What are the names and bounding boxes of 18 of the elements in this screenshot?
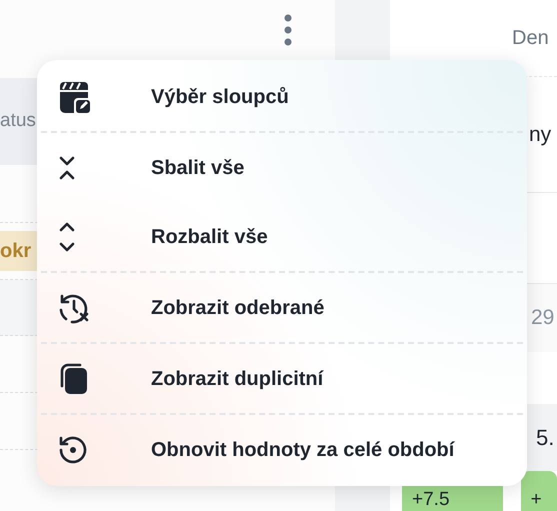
clapperboard-pencil-icon xyxy=(57,80,93,114)
column-header: atus xyxy=(0,109,36,134)
menu-item[interactable]: Zobrazit duplicitní xyxy=(41,344,523,413)
menu-item[interactable]: Sbalit vše xyxy=(41,133,523,202)
menu-item[interactable]: Obnovit hodnoty za celé období xyxy=(41,415,523,484)
reset-icon xyxy=(57,434,89,466)
status-tag: okr xyxy=(0,231,38,271)
clock-cross-icon xyxy=(57,292,91,324)
menu-item[interactable]: Rozbalit vše xyxy=(41,202,523,271)
chevrons-outward-icon xyxy=(57,220,77,252)
table-cell-text: 5. xyxy=(536,424,554,452)
change-badge: + xyxy=(520,471,557,511)
menu-item[interactable]: Zobrazit odebrané xyxy=(41,273,523,342)
table-cell-text: ny xyxy=(529,122,552,148)
column-header: Den xyxy=(512,26,549,51)
menu-item[interactable]: Výběr sloupců xyxy=(41,62,523,131)
table-cell-text: 29 xyxy=(531,305,554,332)
chevrons-inward-icon xyxy=(57,154,77,182)
